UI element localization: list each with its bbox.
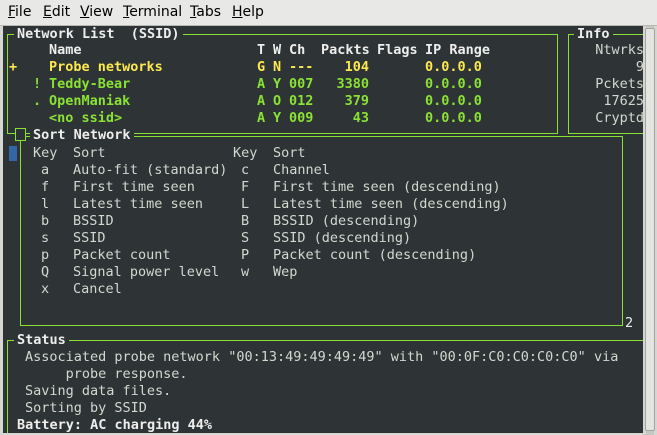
network-type: A (257, 110, 266, 126)
network-ip: 0.0.0.0 (425, 59, 482, 75)
sort-option-label[interactable]: First time seen (descending) (273, 179, 501, 196)
sort-option-key[interactable]: P (241, 247, 249, 264)
info-title: Info (574, 27, 613, 42)
sort-option-label[interactable]: Wep (273, 264, 297, 281)
network-channel: 012 (289, 93, 314, 109)
network-packets: 379 (344, 93, 369, 109)
sort-option-key[interactable]: L (241, 196, 249, 213)
terminal-scrollbar[interactable] (643, 26, 657, 435)
sort-option-label[interactable]: Auto-fit (standard) (73, 162, 227, 179)
page-marker: 2 (625, 315, 634, 331)
sort-option-label[interactable]: Signal power level (73, 264, 219, 281)
sort-option-key[interactable]: Q (41, 264, 49, 281)
sort-desc-header: Sort (73, 145, 106, 161)
sort-desc-header: Sort (273, 145, 306, 161)
status-line: Sorting by SSID (25, 400, 147, 416)
sort-option-key[interactable]: b (41, 213, 49, 230)
row-flag: + (9, 59, 18, 75)
sort-option-label[interactable]: Packet count (73, 247, 171, 264)
sort-option-key[interactable]: l (41, 196, 49, 213)
sort-option-label[interactable]: SSID (descending) (273, 230, 411, 247)
battery-status: Battery: AC charging 44% (17, 417, 213, 433)
status-line: probe response. (25, 366, 188, 382)
sort-key-header: Key (33, 145, 58, 161)
row-flag: ! (33, 76, 42, 92)
sort-option-label[interactable]: Channel (273, 162, 330, 179)
sort-option-label[interactable]: SSID (73, 230, 106, 247)
sort-option-label[interactable]: First time seen (73, 179, 195, 196)
sort-option-key[interactable]: S (241, 230, 249, 247)
sort-option-key[interactable]: B (241, 213, 249, 230)
network-wep: Y (273, 76, 282, 92)
network-wep: N (273, 59, 282, 75)
scrollbar-thumb[interactable] (645, 28, 655, 431)
network-type: A (257, 93, 266, 109)
network-packets: 3380 (336, 76, 369, 92)
network-name[interactable]: <no ssid> (49, 110, 122, 127)
info-networks-label: Ntwrks (595, 42, 644, 58)
sort-option-key[interactable]: s (41, 230, 49, 247)
col-name: Name (49, 42, 82, 58)
col-flags: Flags (377, 42, 418, 58)
sort-key-header: Key (233, 145, 258, 161)
menu-bar: File Edit View Terminal Tabs Help (0, 0, 657, 26)
network-wep: O (273, 93, 282, 109)
network-channel: 007 (289, 76, 314, 92)
network-ip: 0.0.0.0 (425, 93, 482, 109)
sort-option-label[interactable]: Cancel (73, 281, 122, 298)
network-channel: --- (289, 59, 314, 75)
network-ip: 0.0.0.0 (425, 76, 482, 92)
network-type: A (257, 76, 266, 92)
col-ip-range: IP Range (425, 42, 491, 58)
col-channel: Ch (289, 42, 306, 58)
sort-option-key[interactable]: a (41, 162, 49, 179)
sort-option-key[interactable]: p (41, 247, 49, 264)
sort-option-key[interactable]: F (241, 179, 249, 196)
sort-option-key[interactable]: w (241, 264, 249, 281)
sort-popup-title: Sort Network (30, 128, 134, 143)
network-name[interactable]: Probe networks (49, 59, 163, 76)
network-wep: Y (273, 110, 282, 126)
sort-option-label[interactable]: BSSID (descending) (273, 213, 419, 230)
network-packets: 104 (344, 59, 369, 75)
col-packets: Packts (321, 42, 370, 58)
info-crypted-label: Cryptd (595, 110, 644, 126)
sort-option-key[interactable]: f (41, 179, 49, 196)
sort-popup-corner (15, 128, 26, 141)
menu-view[interactable]: View (80, 4, 113, 20)
network-list-title: Network List (SSID) (14, 27, 183, 42)
terminal-cursor (9, 146, 17, 161)
network-name[interactable]: Teddy-Bear (49, 76, 130, 93)
col-type: T (257, 42, 266, 58)
status-title: Status (14, 333, 69, 348)
network-packets: 43 (352, 110, 369, 126)
sort-option-key[interactable]: c (241, 162, 249, 179)
network-type: G (257, 59, 266, 75)
sort-option-label[interactable]: Latest time seen (descending) (273, 196, 509, 213)
info-packets-value: 17625 (603, 93, 644, 109)
status-line: Associated probe network "00:13:49:49:49… (25, 349, 619, 365)
network-channel: 009 (289, 110, 314, 126)
sort-option-label[interactable]: Latest time seen (73, 196, 203, 213)
sort-option-key[interactable]: x (41, 281, 49, 298)
menu-terminal[interactable]: Terminal (123, 4, 182, 20)
status-line: Saving data files. (25, 383, 172, 399)
menu-tabs[interactable]: Tabs (190, 4, 221, 20)
menu-file[interactable]: File (8, 4, 31, 20)
row-flag: . (33, 93, 42, 109)
sort-option-label[interactable]: Packet count (descending) (273, 247, 476, 264)
col-wep: W (273, 42, 282, 58)
menu-help[interactable]: Help (232, 4, 264, 20)
menu-edit[interactable]: Edit (43, 4, 70, 20)
info-networks-value: 9 (635, 59, 644, 75)
network-name[interactable]: OpenManiak (49, 93, 130, 110)
info-packets-label: Pckets (595, 76, 644, 92)
network-ip: 0.0.0.0 (425, 110, 482, 126)
sort-option-label[interactable]: BSSID (73, 213, 114, 230)
terminal-screen[interactable]: Network List (SSID) Info Ntwrks 9 Pckets… (3, 26, 653, 433)
